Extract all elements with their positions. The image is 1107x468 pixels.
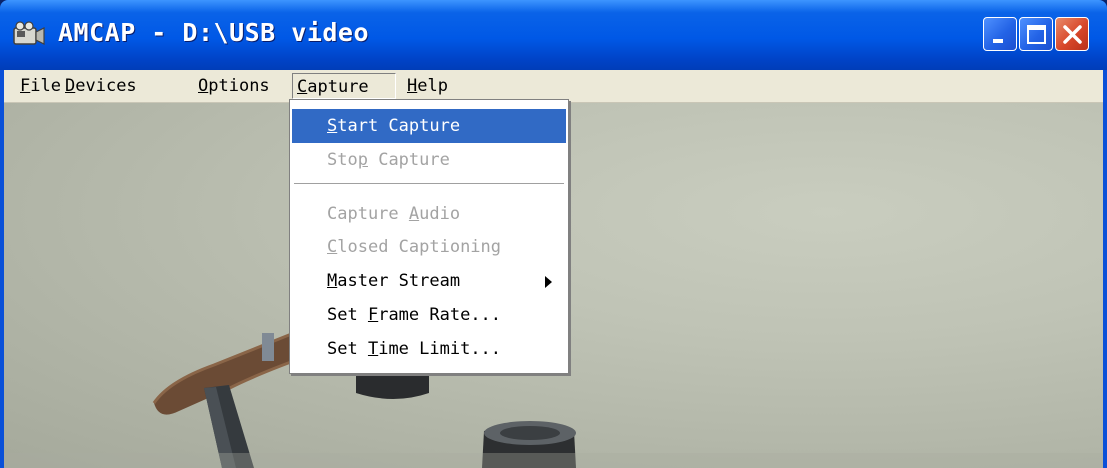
- capture-dropdown-menu: Start Capture Stop Capture Capture Audio…: [289, 99, 569, 374]
- menu-file[interactable]: File: [16, 73, 65, 99]
- menu-help[interactable]: Help: [403, 73, 452, 99]
- menu-options[interactable]: Options: [194, 73, 274, 99]
- title-bar[interactable]: AMCAP - D:\USB video: [0, 0, 1107, 70]
- submenu-arrow-icon: [545, 276, 552, 288]
- menu-item-set-frame-rate[interactable]: Set Frame Rate...: [292, 298, 566, 332]
- menu-capture[interactable]: Capture: [292, 73, 396, 99]
- menu-item-capture-audio[interactable]: Capture Audio: [292, 197, 566, 231]
- maximize-button[interactable]: [1019, 17, 1053, 51]
- menu-item-master-stream[interactable]: Master Stream: [292, 264, 566, 298]
- window-title: AMCAP - D:\USB video: [58, 18, 370, 47]
- maximize-icon: [1027, 25, 1046, 44]
- minimize-button[interactable]: [983, 17, 1017, 51]
- menu-item-stop-capture[interactable]: Stop Capture: [292, 143, 566, 177]
- menu-item-closed-captioning[interactable]: Closed Captioning: [292, 230, 566, 264]
- menu-item-start-capture[interactable]: Start Capture: [292, 109, 566, 143]
- close-button[interactable]: [1055, 17, 1089, 51]
- amcap-window: AMCAP - D:\USB video File Devices Option…: [0, 0, 1107, 468]
- close-icon: [1063, 25, 1082, 44]
- minimize-icon: [993, 39, 1003, 43]
- menu-separator: [294, 183, 564, 185]
- app-camera-icon[interactable]: [12, 20, 46, 50]
- menu-devices[interactable]: Devices: [61, 73, 141, 99]
- menu-item-set-time-limit[interactable]: Set Time Limit...: [292, 332, 566, 366]
